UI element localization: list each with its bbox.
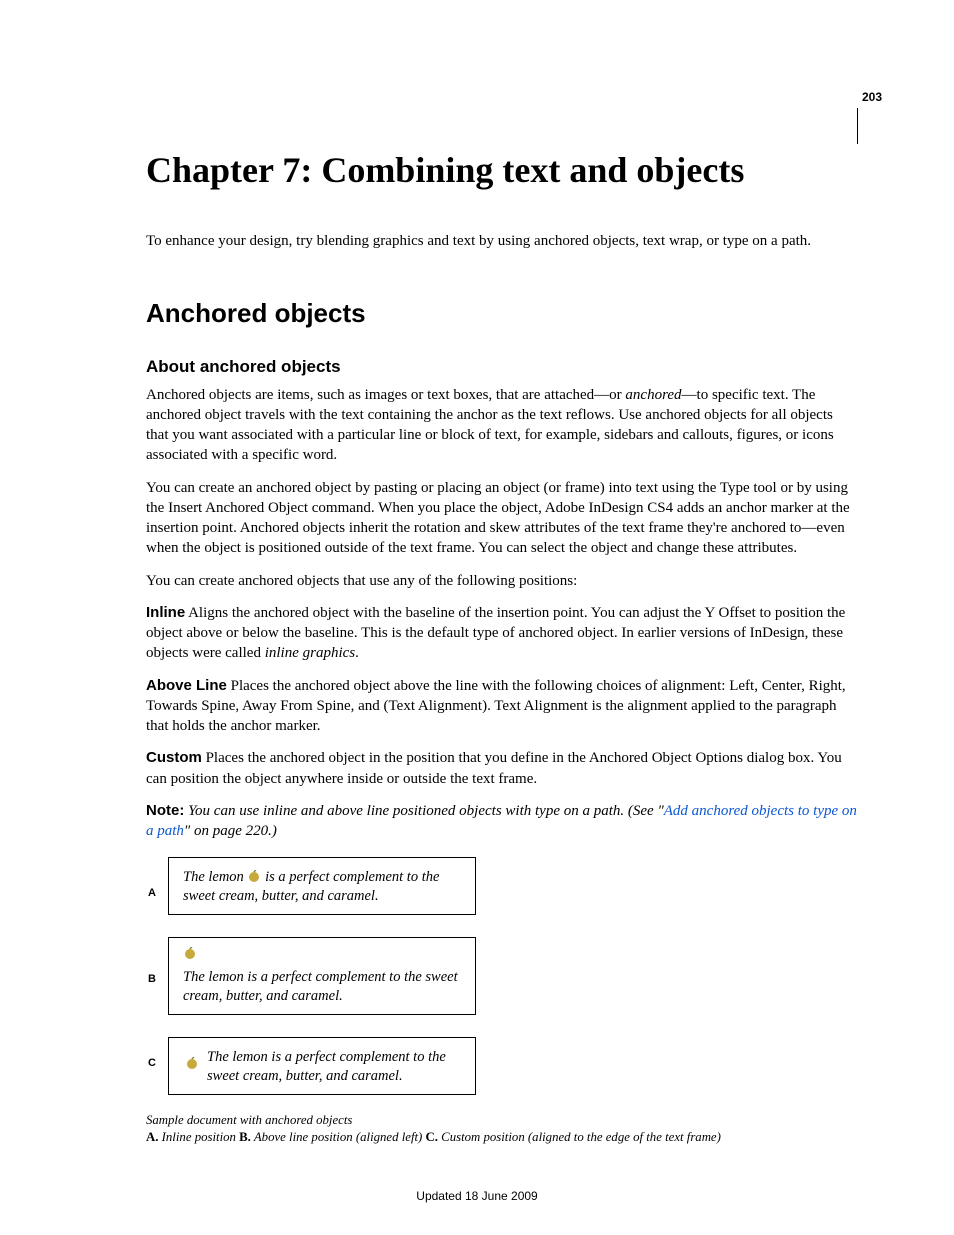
footer-text: Updated 18 June 2009 [0, 1189, 954, 1203]
lemon-icon [183, 946, 197, 960]
body-paragraph-3: You can create anchored objects that use… [146, 571, 858, 591]
note-paragraph: Note: You can use inline and above line … [146, 801, 858, 842]
above-line-paragraph: Above Line Places the anchored object ab… [146, 676, 858, 737]
legend-a-label: A. [146, 1130, 158, 1144]
text: . [355, 645, 359, 661]
figure-label-b: B [148, 973, 156, 985]
page-number-rule [857, 108, 858, 144]
document-page: 203 Chapter 7: Combining text and object… [0, 0, 954, 1235]
body-paragraph-1: Anchored objects are items, such as imag… [146, 385, 858, 466]
note-label: Note: [146, 802, 184, 819]
inline-paragraph: Inline Aligns the anchored object with t… [146, 603, 858, 664]
text: You can use inline and above line positi… [184, 803, 663, 819]
run-in-head-custom: Custom [146, 749, 202, 766]
legend-c-text: Custom position (aligned to the edge of … [438, 1130, 721, 1144]
custom-paragraph: Custom Places the anchored object in the… [146, 748, 858, 789]
page-number: 203 [862, 90, 882, 104]
legend-b-label: B. [239, 1130, 251, 1144]
run-in-head-inline: Inline [146, 604, 185, 621]
text: Places the anchored object above the lin… [146, 678, 846, 735]
body-paragraph-2: You can create an anchored object by pas… [146, 478, 858, 559]
lemon-icon [247, 869, 261, 883]
figure-label-c: C [148, 1057, 156, 1069]
legend-a-text: Inline position [158, 1130, 239, 1144]
em-text: anchored [625, 387, 681, 403]
run-in-head-above-line: Above Line [146, 677, 227, 694]
lemon-icon [185, 1056, 199, 1070]
figure-text-c: The lemon is a perfect complement to the… [207, 1049, 446, 1084]
figure-label-a: A [148, 887, 156, 899]
figure-text-a: The lemon is a perfect complement to the… [183, 869, 439, 904]
em-text: inline graphics [265, 645, 355, 661]
figure-box-a: The lemon is a perfect complement to the… [168, 857, 476, 915]
legend-b-text: Above line position (aligned left) [251, 1130, 426, 1144]
intro-paragraph: To enhance your design, try blending gra… [146, 231, 858, 251]
text: The lemon [183, 869, 247, 885]
text: Anchored objects are items, such as imag… [146, 387, 625, 403]
section-title: Anchored objects [146, 298, 858, 329]
text: " on page 220.) [184, 823, 277, 839]
figure-box-c: The lemon is a perfect complement to the… [168, 1037, 476, 1095]
figure-box-b: The lemon is a perfect complement to the… [168, 937, 476, 1015]
text: Places the anchored object in the positi… [146, 750, 842, 786]
figure-legend: A. Inline position B. Above line positio… [146, 1130, 858, 1145]
figure-caption: Sample document with anchored objects [146, 1113, 858, 1128]
subsection-title: About anchored objects [146, 357, 858, 377]
chapter-title: Chapter 7: Combining text and objects [146, 150, 858, 191]
legend-c-label: C. [426, 1130, 438, 1144]
text: Aligns the anchored object with the base… [146, 605, 845, 662]
figure-text-b: The lemon is a perfect complement to the… [183, 969, 458, 1004]
figure-area: A The lemon is a perfect complement to t… [146, 857, 858, 1113]
